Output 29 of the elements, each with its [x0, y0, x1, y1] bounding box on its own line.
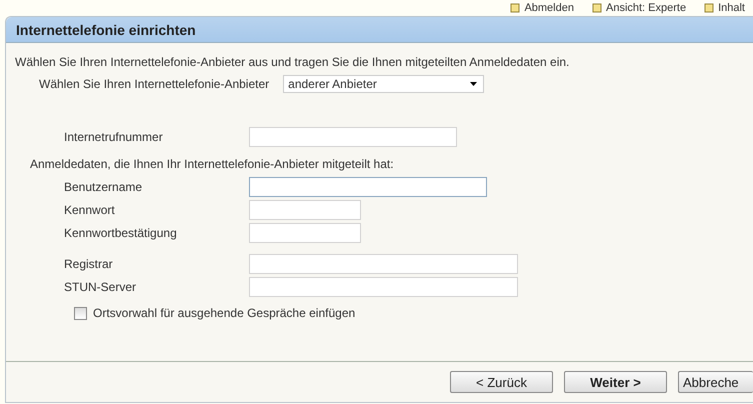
input-field[interactable]	[249, 176, 487, 196]
panel-title: Internettelefonie einrichten	[16, 22, 196, 38]
section-label: Anmeldedaten, die Ihnen Ihr Internettelefonie-Anbieter mitgeteilt hat:	[30, 157, 395, 171]
field-label: Wählen Sie Ihren Internettelefonie-Anbieter	[39, 77, 270, 91]
intro-text: Wählen Sie Ihren Internettelefonie-Anbieter aus und tragen Sie die Ihnen mitgeteilten Anmeldedaten ein.	[15, 55, 570, 69]
field-label: Kennwortbestätigung	[64, 226, 178, 240]
field-label: Kennwort	[64, 202, 116, 216]
toolbar-link[interactable]: Abmelden	[510, 0, 574, 16]
toolbar-link[interactable]: Inhalt	[704, 0, 745, 16]
page-icon	[510, 3, 520, 13]
input-field[interactable]	[249, 126, 457, 146]
wizard-button[interactable]: < Zurück	[450, 371, 553, 393]
input-field[interactable]	[249, 254, 518, 274]
wizard-button[interactable]: Abbreche	[678, 371, 753, 393]
field-label: Internetrufnummer	[64, 130, 164, 144]
field-label: STUN-Server	[64, 280, 138, 294]
toolbar-link[interactable]: Ansicht: Experte	[592, 0, 686, 16]
input-field[interactable]	[249, 276, 518, 296]
page-icon	[704, 3, 714, 13]
page-icon	[592, 3, 602, 13]
input-field[interactable]	[249, 200, 361, 220]
caret-icon	[470, 82, 478, 86]
field-label: Benutzername	[64, 180, 144, 194]
checkbox-label: Ortsvorwahl für ausgehende Gespräche einfügen	[93, 306, 356, 320]
checkbox[interactable]	[74, 306, 87, 320]
provider-dropdown[interactable]: anderer Anbieter	[283, 75, 484, 93]
field-label: Registrar	[64, 256, 114, 270]
input-field[interactable]	[249, 222, 361, 242]
wizard-button[interactable]: Weiter >	[564, 371, 667, 393]
